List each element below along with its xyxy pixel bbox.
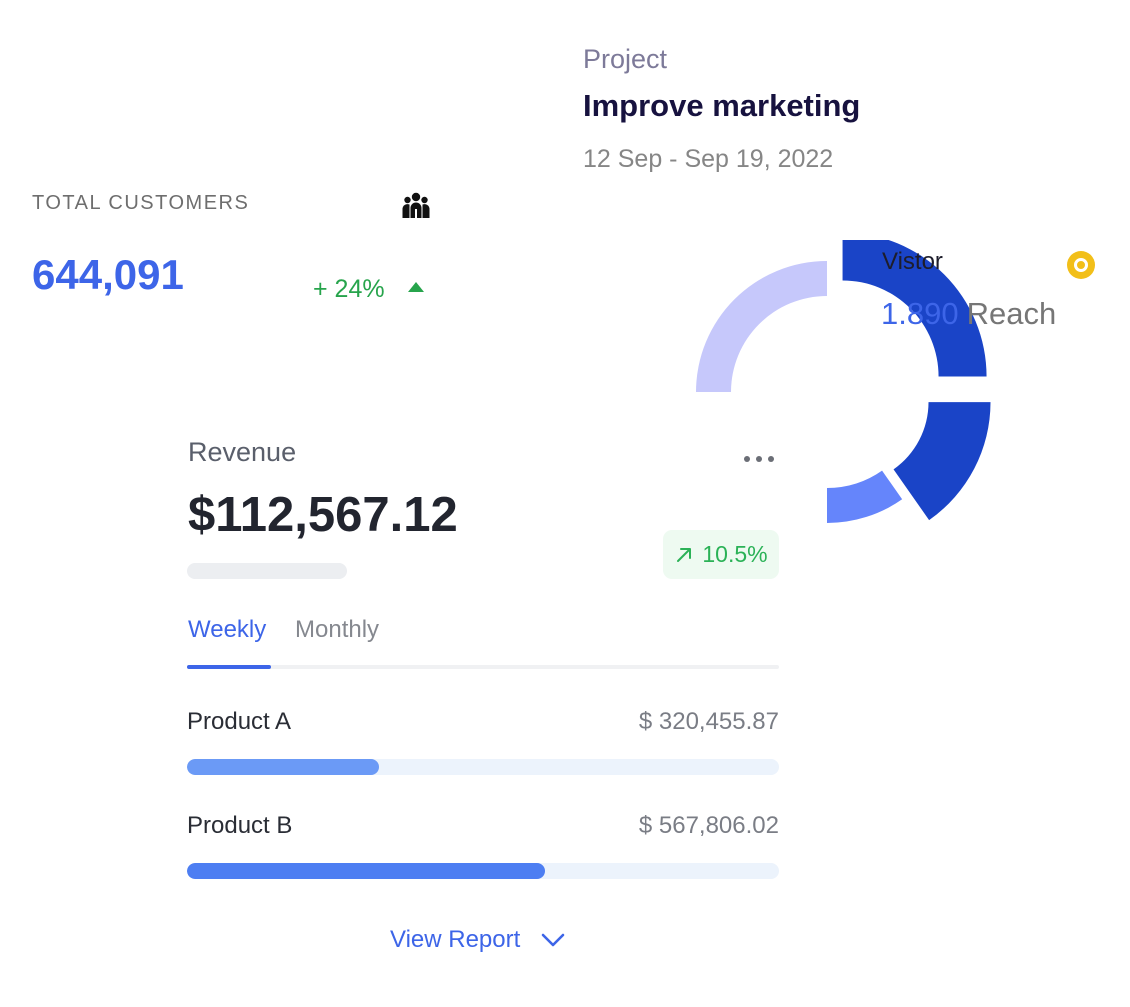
product-amount: $ 320,455.87 — [638, 708, 779, 735]
project-eyebrow: Project — [583, 44, 668, 74]
product-row: Product A $ 320,455.87 — [187, 706, 779, 776]
arrow-up-right-icon — [677, 547, 692, 562]
eye-icon — [1067, 251, 1095, 279]
visitor-reach-unit: Reach — [966, 296, 1057, 331]
product-name: Product A — [187, 708, 292, 735]
product-progress-fill — [187, 863, 546, 879]
users-icon — [402, 192, 430, 218]
donut-segment — [827, 470, 903, 523]
donut-segment — [893, 402, 991, 521]
product-name: Product B — [187, 812, 293, 839]
period-tabs: Weekly Monthly — [187, 612, 779, 672]
project-title: Improve marketing — [583, 88, 861, 123]
tab-monthly[interactable]: Monthly — [295, 616, 379, 644]
visitor-reach-number: 1.890 — [881, 296, 959, 331]
product-amount: $ 567,806.02 — [638, 812, 779, 839]
revenue-change-badge: 10.5% — [663, 530, 779, 579]
view-report-label: View Report — [390, 926, 521, 953]
chevron-down-icon — [541, 933, 565, 947]
revenue-value: $112,567.12 — [188, 488, 458, 542]
product-progress-track — [187, 863, 779, 879]
view-report-button[interactable]: View Report — [390, 926, 566, 954]
project-date-range: 12 Sep - Sep 19, 2022 — [583, 145, 834, 173]
revenue-change-value: 10.5% — [702, 541, 768, 567]
total-customers-change: + 24% — [313, 275, 385, 303]
visitor-reach: 1.890 Reach — [881, 296, 1056, 332]
product-progress-fill — [187, 759, 380, 775]
product-row: Product B $ 567,806.02 — [187, 810, 779, 880]
product-progress-track — [187, 759, 779, 775]
triangle-up-icon — [408, 282, 424, 292]
tabs-divider — [187, 665, 779, 669]
total-customers-label: TOTAL CUSTOMERS — [32, 192, 250, 214]
total-customers-value: 644,091 — [32, 251, 184, 298]
more-horizontal-icon[interactable] — [741, 452, 777, 466]
revenue-placeholder-bar — [187, 563, 347, 579]
active-tab-indicator — [187, 665, 271, 669]
revenue-label: Revenue — [188, 437, 297, 467]
visitor-label: Vistor — [882, 248, 943, 275]
visitor-donut-chart — [696, 240, 991, 523]
tab-weekly[interactable]: Weekly — [188, 616, 266, 644]
donut-segment — [696, 261, 827, 392]
